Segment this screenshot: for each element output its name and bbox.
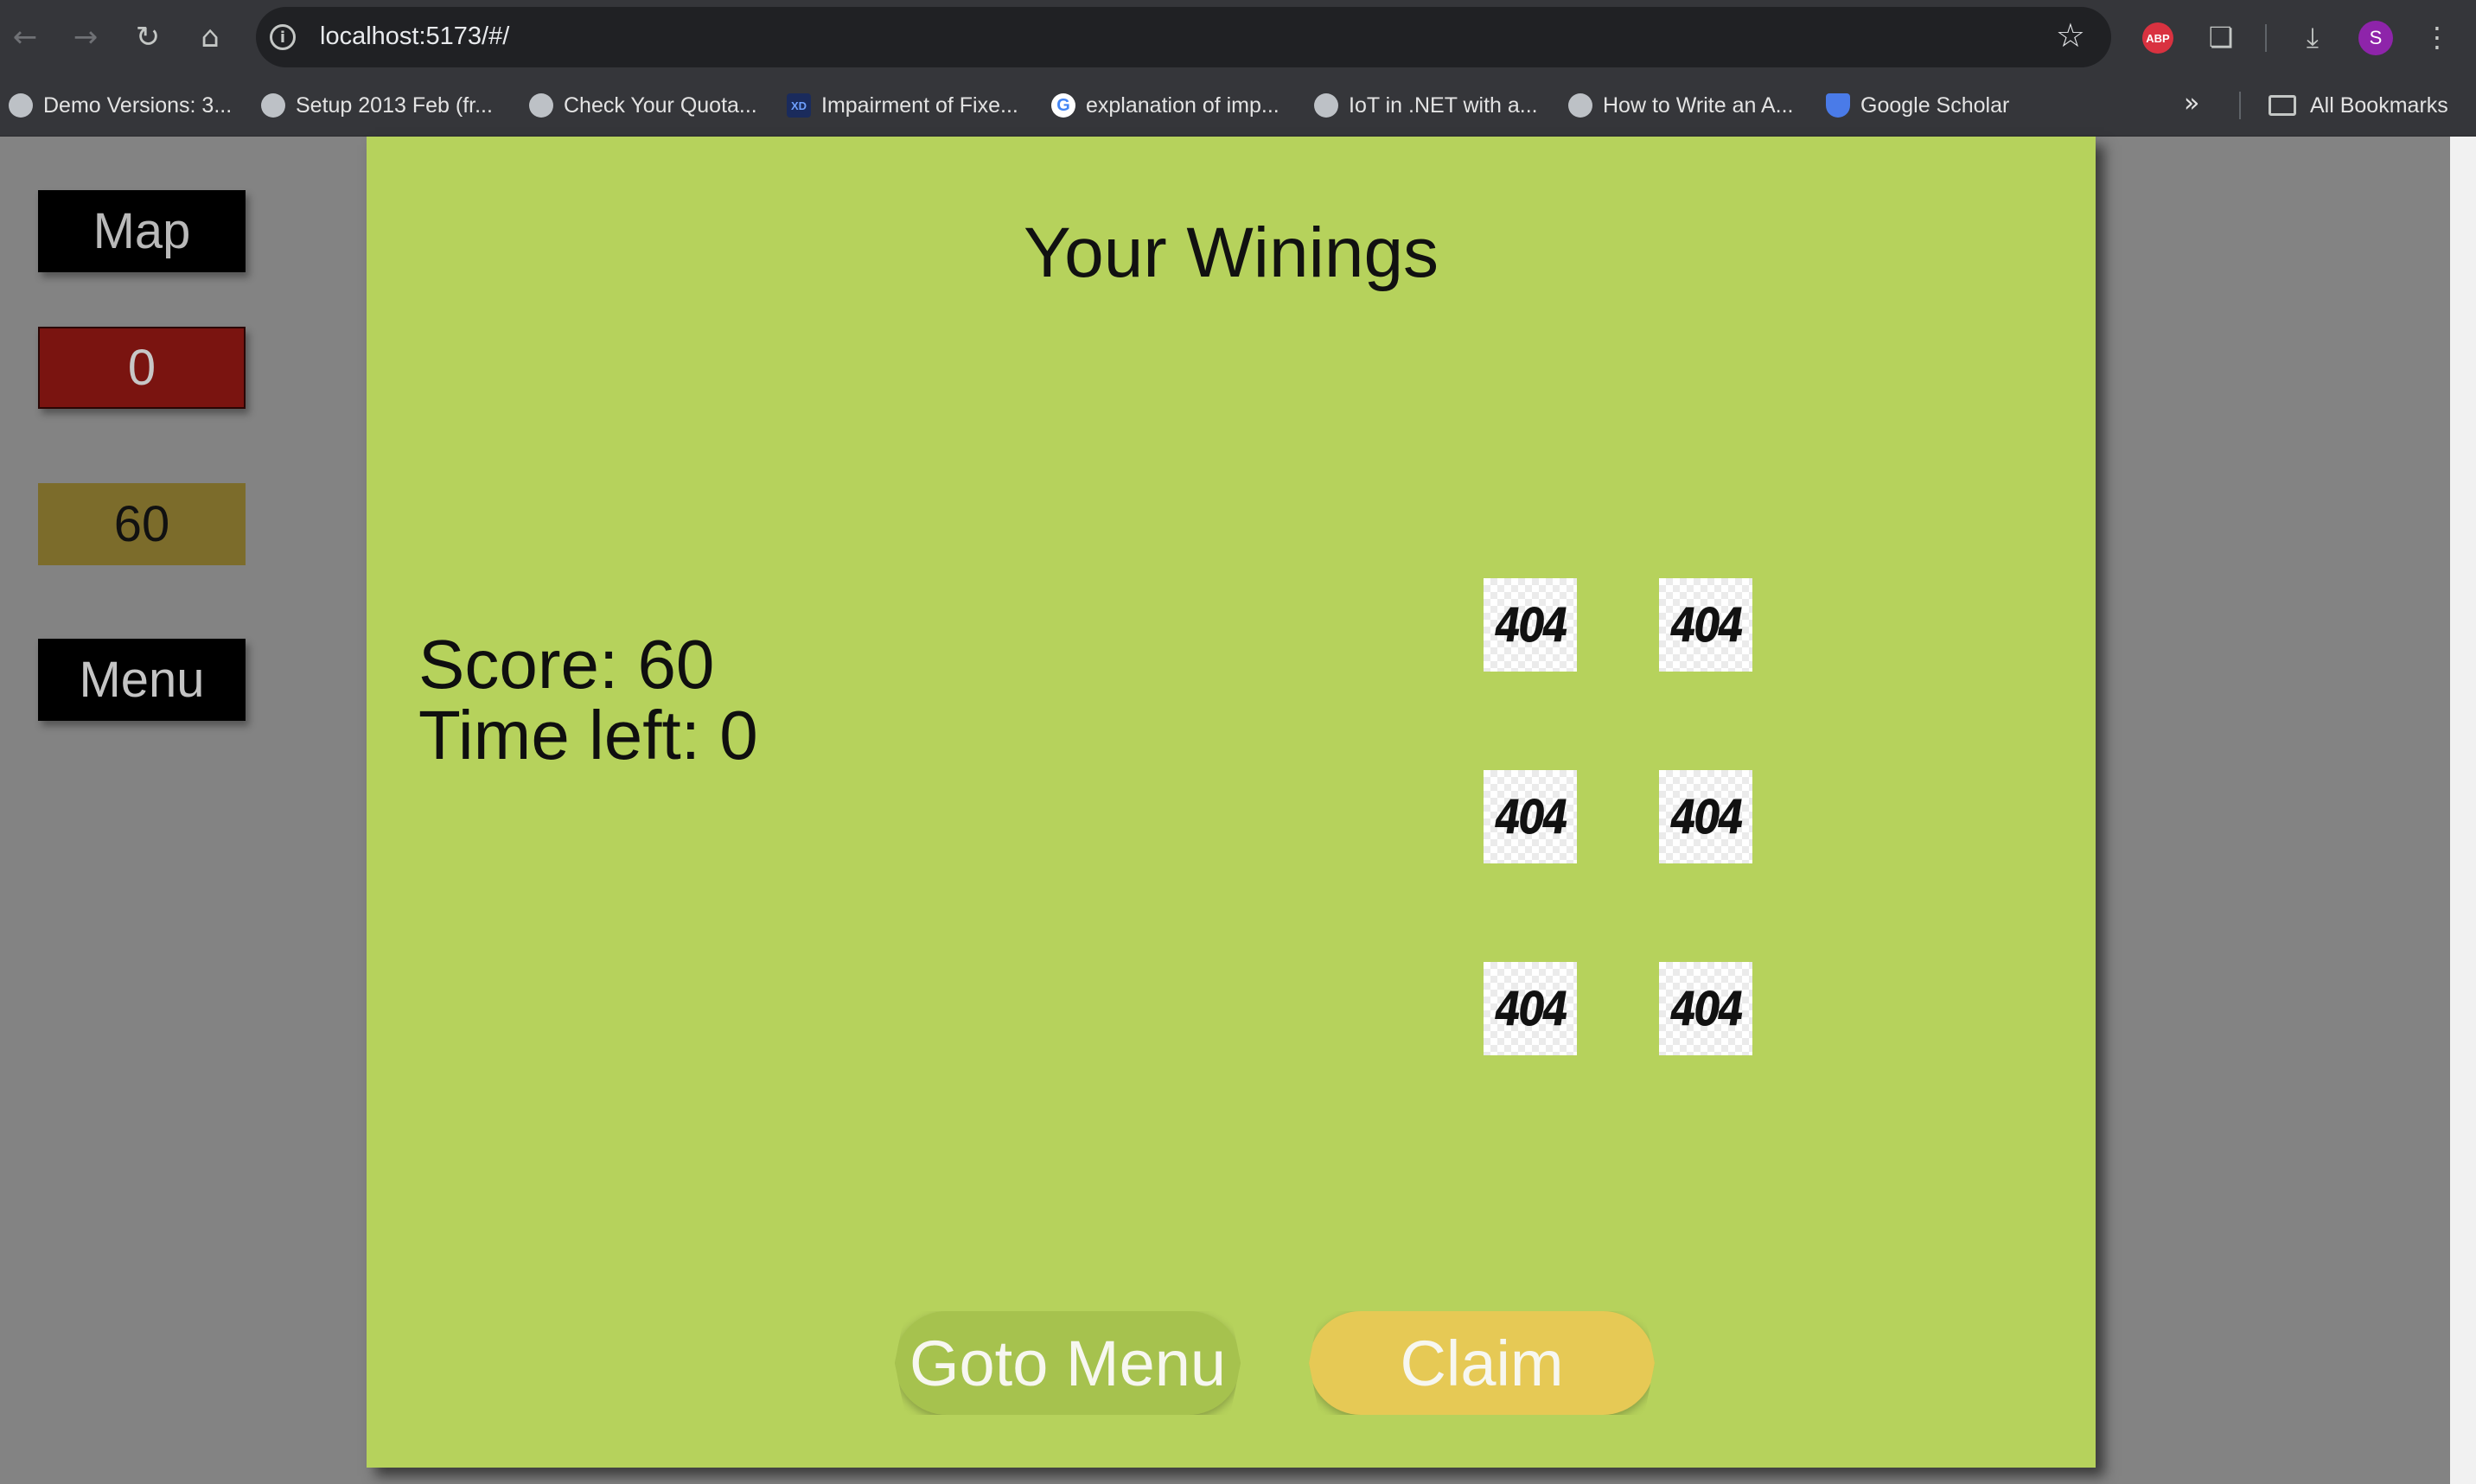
kebab-menu-icon[interactable]: ⋮ — [2419, 19, 2455, 55]
bookmark-item[interactable]: Demo Versions: 3... — [9, 90, 232, 121]
broken-image-text: 404 — [1669, 597, 1745, 653]
bookmarks-bar: Demo Versions: 3... Setup 2013 Feb (fr..… — [0, 74, 2476, 137]
folder-icon — [2269, 95, 2296, 116]
back-arrow-icon[interactable]: ← — [7, 19, 43, 55]
map-button[interactable]: Map — [38, 190, 246, 272]
prize-tile: 404 — [1484, 578, 1577, 672]
chevron-double-right-icon[interactable]: » — [2184, 88, 2199, 118]
all-bookmarks-button[interactable]: All Bookmarks — [2269, 90, 2448, 121]
bookmark-label: Setup 2013 Feb (fr... — [296, 92, 493, 118]
bookmarks-divider — [2239, 92, 2241, 119]
prize-tile: 404 — [1659, 962, 1752, 1055]
browser-toolbar: ← → ↻ ⌂ i localhost:5173/#/ ☆ ABP ❏ ⤓ S … — [0, 0, 2476, 74]
prize-tile: 404 — [1659, 578, 1752, 672]
claim-button[interactable]: Claim — [1309, 1311, 1655, 1415]
address-bar[interactable]: i localhost:5173/#/ ☆ — [256, 7, 2111, 67]
vertical-scrollbar[interactable] — [2450, 137, 2476, 1484]
page-viewport: Map 0 60 Menu Your Winings Score: 60 Tim… — [0, 137, 2476, 1484]
bookmark-label: IoT in .NET with a... — [1349, 92, 1538, 118]
prize-tile: 404 — [1484, 770, 1577, 863]
download-icon[interactable]: ⤓ — [2294, 19, 2331, 55]
bookmark-label: Google Scholar — [1860, 92, 2010, 118]
page-title: Your Winings — [1023, 213, 1439, 292]
broken-image-text: 404 — [1494, 981, 1569, 1036]
bookmark-item[interactable]: How to Write an A... — [1568, 90, 1793, 121]
site-info-icon[interactable]: i — [270, 24, 296, 50]
globe-icon — [529, 93, 553, 118]
score-summary: Score: 60 Time left: 0 — [418, 629, 758, 771]
bookmark-item[interactable]: G explanation of imp... — [1051, 90, 1279, 121]
time-left-text: Time left: 0 — [418, 697, 758, 774]
bookmark-item[interactable]: Setup 2013 Feb (fr... — [261, 90, 493, 121]
broken-image-text: 404 — [1669, 789, 1745, 844]
all-bookmarks-label: All Bookmarks — [2310, 92, 2448, 118]
menu-button[interactable]: Menu — [38, 639, 246, 721]
score-text: Score: 60 — [418, 626, 715, 703]
bookmark-item[interactable]: Check Your Quota... — [529, 90, 757, 121]
reload-icon[interactable]: ↻ — [130, 19, 166, 55]
bookmark-label: Check Your Quota... — [564, 92, 757, 118]
bookmark-label: How to Write an A... — [1603, 92, 1794, 118]
adblock-plus-icon[interactable]: ABP — [2142, 22, 2173, 54]
forward-arrow-icon[interactable]: → — [67, 19, 104, 55]
globe-icon — [1568, 93, 1592, 118]
globe-icon — [9, 93, 33, 118]
profile-avatar[interactable]: S — [2358, 21, 2393, 55]
google-icon: G — [1051, 93, 1075, 118]
home-icon[interactable]: ⌂ — [192, 19, 228, 55]
goto-menu-button[interactable]: Goto Menu — [895, 1311, 1241, 1415]
bookmark-star-icon[interactable]: ☆ — [2056, 19, 2085, 52]
prize-tile: 404 — [1659, 770, 1752, 863]
bookmark-item[interactable]: XD Impairment of Fixe... — [787, 90, 1018, 121]
bookmark-label: explanation of imp... — [1086, 92, 1279, 118]
counter-display: 0 — [38, 327, 246, 409]
broken-image-text: 404 — [1669, 981, 1745, 1036]
xd-icon: XD — [787, 93, 811, 118]
extensions-puzzle-icon[interactable]: ❏ — [2203, 19, 2239, 55]
bookmark-item[interactable]: IoT in .NET with a... — [1314, 90, 1538, 121]
bookmark-label: Impairment of Fixe... — [821, 92, 1018, 118]
score-display: 60 — [38, 483, 246, 565]
toolbar-divider — [2265, 24, 2267, 52]
address-bar-url[interactable]: localhost:5173/#/ — [320, 22, 509, 51]
broken-image-text: 404 — [1494, 789, 1569, 844]
scholar-icon — [1826, 93, 1850, 118]
bookmark-item[interactable]: Google Scholar — [1826, 90, 2009, 121]
bookmark-label: Demo Versions: 3... — [43, 92, 233, 118]
globe-icon — [261, 93, 285, 118]
broken-image-text: 404 — [1494, 597, 1569, 653]
prize-tile: 404 — [1484, 962, 1577, 1055]
winnings-panel: Your Winings Score: 60 Time left: 0 404 … — [367, 137, 2096, 1468]
globe-icon — [1314, 93, 1338, 118]
